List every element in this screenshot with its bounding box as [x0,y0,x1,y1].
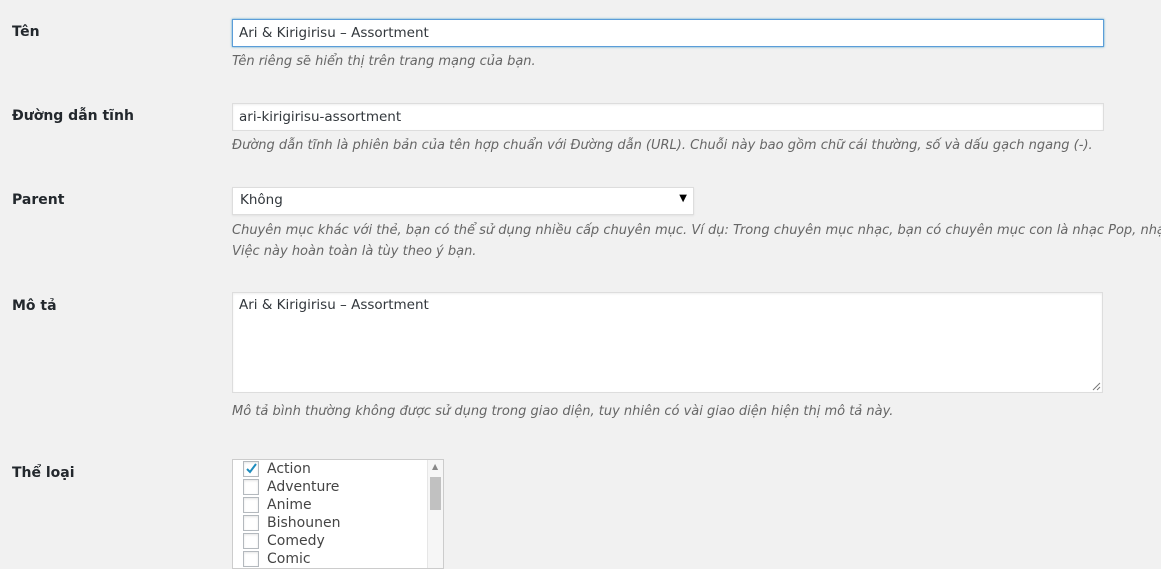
description-textarea[interactable]: Ari & Kirigirisu – Assortment [232,292,1103,393]
checkbox[interactable] [243,551,259,567]
genre-item-label: Bishounen [267,515,341,531]
name-input[interactable] [232,19,1104,47]
description-text: Ari & Kirigirisu – Assortment [239,297,429,313]
genre-checklist[interactable]: Action Adventure Anime Bishounen Comedy … [232,459,444,569]
genre-item-label: Anime [267,497,312,513]
scroll-up-arrow-icon[interactable]: ▲ [432,462,438,471]
description-help: Mô tả bình thường không được sử dụng tro… [232,404,894,419]
genre-item-anime[interactable]: Anime [243,496,312,514]
checklist-scrollbar[interactable]: ▲ [427,460,443,568]
genre-item-action[interactable]: Action [243,460,311,478]
genre-item-label: Adventure [267,479,340,495]
slug-input[interactable] [232,103,1104,131]
name-label: Tên [12,24,40,40]
check-icon [246,463,257,474]
description-label: Mô tả [12,298,57,314]
genre-item-adventure[interactable]: Adventure [243,478,339,496]
checkbox[interactable] [243,515,259,531]
slug-label: Đường dẫn tĩnh [12,108,134,124]
checkbox[interactable] [243,479,259,495]
name-description: Tên riêng sẽ hiển thị trên trang mạng củ… [232,54,536,69]
scroll-thumb[interactable] [430,477,441,510]
genre-label: Thể loại [12,465,75,481]
genre-item-bishounen[interactable]: Bishounen [243,514,340,532]
checkbox[interactable] [243,533,259,549]
genre-item-label: Comic [267,551,311,567]
checkbox[interactable] [243,497,259,513]
genre-item-label: Comedy [267,533,325,549]
resize-grip-icon[interactable] [1092,382,1101,391]
genre-item-comic[interactable]: Comic [243,550,311,568]
genre-item-label: Action [267,461,311,477]
genre-item-comedy[interactable]: Comedy [243,532,325,550]
checkbox-checked[interactable] [243,461,259,477]
parent-label: Parent [12,192,65,208]
parent-description-line2: Việc này hoàn toàn là tùy theo ý bạn. [232,244,477,259]
slug-description: Đường dẫn tĩnh là phiên bản của tên hợp … [232,138,1093,153]
parent-description-line1: Chuyên mục khác với thẻ, bạn có thể sử d… [232,223,1161,238]
parent-selected-value: Không [240,192,283,208]
parent-select[interactable]: Không ▼ [232,187,694,215]
dropdown-arrow-icon: ▼ [679,193,687,204]
